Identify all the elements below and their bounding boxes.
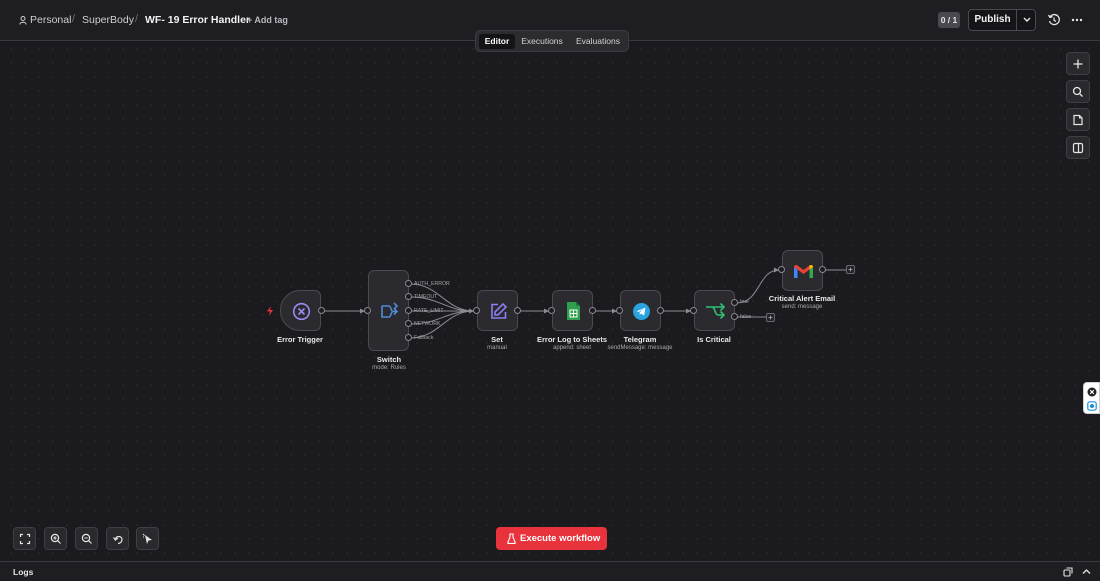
node-is-critical[interactable]: [694, 290, 735, 331]
if-icon: [706, 302, 726, 320]
close-circle-icon[interactable]: [1087, 387, 1097, 397]
add-node-email-button[interactable]: +: [846, 265, 855, 274]
beaker-icon: [507, 533, 516, 544]
pencil-icon: [491, 302, 508, 319]
output-port[interactable]: [514, 307, 521, 314]
output-port-network[interactable]: [405, 320, 412, 327]
node-label-critical-alert-email: Critical Alert Email: [768, 294, 836, 303]
node-set[interactable]: [477, 290, 518, 331]
output-port-true[interactable]: [731, 299, 738, 306]
node-label-error-log-to-sheets: Error Log to Sheets: [536, 335, 608, 344]
output-port-auth-error[interactable]: [405, 280, 412, 287]
gmail-icon: [794, 265, 813, 278]
node-telegram[interactable]: [620, 290, 661, 331]
node-subtitle-switch: mode: Rules: [372, 365, 406, 371]
execute-workflow-button[interactable]: Execute workflow: [496, 527, 607, 550]
switch-icon: [381, 302, 399, 318]
pop-out-icon[interactable]: [1063, 567, 1073, 577]
output-port[interactable]: [657, 307, 664, 314]
extension-icon[interactable]: [1087, 401, 1097, 411]
cursor-sparkle-icon: [142, 533, 152, 544]
node-error-log-to-sheets[interactable]: [552, 290, 593, 331]
node-label-set: Set: [491, 335, 503, 344]
switch-output-label: NETWORK: [414, 321, 441, 327]
chevron-up-icon[interactable]: [1082, 568, 1091, 575]
zoom-out-icon: [81, 533, 92, 544]
logs-bar[interactable]: Logs: [0, 561, 1100, 581]
output-port[interactable]: [819, 266, 826, 273]
node-label-telegram: Telegram: [623, 335, 657, 344]
node-label-switch: Switch: [376, 355, 402, 364]
node-subtitle-email: send: message: [781, 304, 823, 310]
input-port[interactable]: [616, 307, 623, 314]
output-port[interactable]: [318, 307, 325, 314]
switch-output-label: Fallback: [414, 335, 434, 341]
output-port[interactable]: [589, 307, 596, 314]
fit-view-button[interactable]: [13, 527, 36, 550]
input-port[interactable]: [473, 307, 480, 314]
x-circle-icon: [292, 302, 311, 321]
node-subtitle-telegram: sendMessage: message: [607, 345, 673, 351]
input-port[interactable]: [690, 307, 697, 314]
node-switch[interactable]: [368, 270, 409, 351]
output-port-timeout[interactable]: [405, 293, 412, 300]
switch-output-label: AUTH_ERROR: [414, 281, 450, 287]
if-output-label-true: true: [740, 299, 749, 305]
fullscreen-icon: [19, 533, 31, 545]
logs-title: Logs: [13, 567, 34, 577]
output-port-false[interactable]: [731, 313, 738, 320]
sheet-icon: [567, 302, 580, 320]
switch-output-label: TIMEOUT: [414, 294, 438, 300]
node-connections: [323, 267, 846, 339]
output-port-fallback[interactable]: [405, 334, 412, 341]
undo-button[interactable]: [106, 527, 129, 550]
add-node-false-button[interactable]: +: [766, 313, 775, 322]
undo-icon: [113, 535, 123, 545]
zoom-in-button[interactable]: [44, 527, 67, 550]
node-subtitle-sheets: append: sheet: [552, 345, 592, 351]
input-port[interactable]: [778, 266, 785, 273]
side-widget[interactable]: [1083, 382, 1100, 414]
zoom-in-icon: [50, 533, 61, 544]
node-error-trigger[interactable]: [280, 290, 321, 331]
node-label-error-trigger: Error Trigger: [277, 335, 323, 344]
input-port[interactable]: [548, 307, 555, 314]
node-critical-alert-email[interactable]: [782, 250, 823, 291]
lightning-icon: [267, 306, 273, 316]
execute-workflow-label: Execute workflow: [520, 533, 601, 544]
node-label-is-critical: Is Critical: [697, 335, 731, 344]
tidy-up-button[interactable]: [136, 527, 159, 550]
telegram-icon: [633, 303, 650, 320]
node-subtitle-set: manual: [487, 345, 507, 351]
output-port-rate-limit[interactable]: [405, 307, 412, 314]
switch-output-label: RATE_LIMIT: [414, 308, 444, 314]
zoom-out-button[interactable]: [75, 527, 98, 550]
input-port[interactable]: [364, 307, 371, 314]
if-output-label-false: false: [740, 314, 751, 320]
